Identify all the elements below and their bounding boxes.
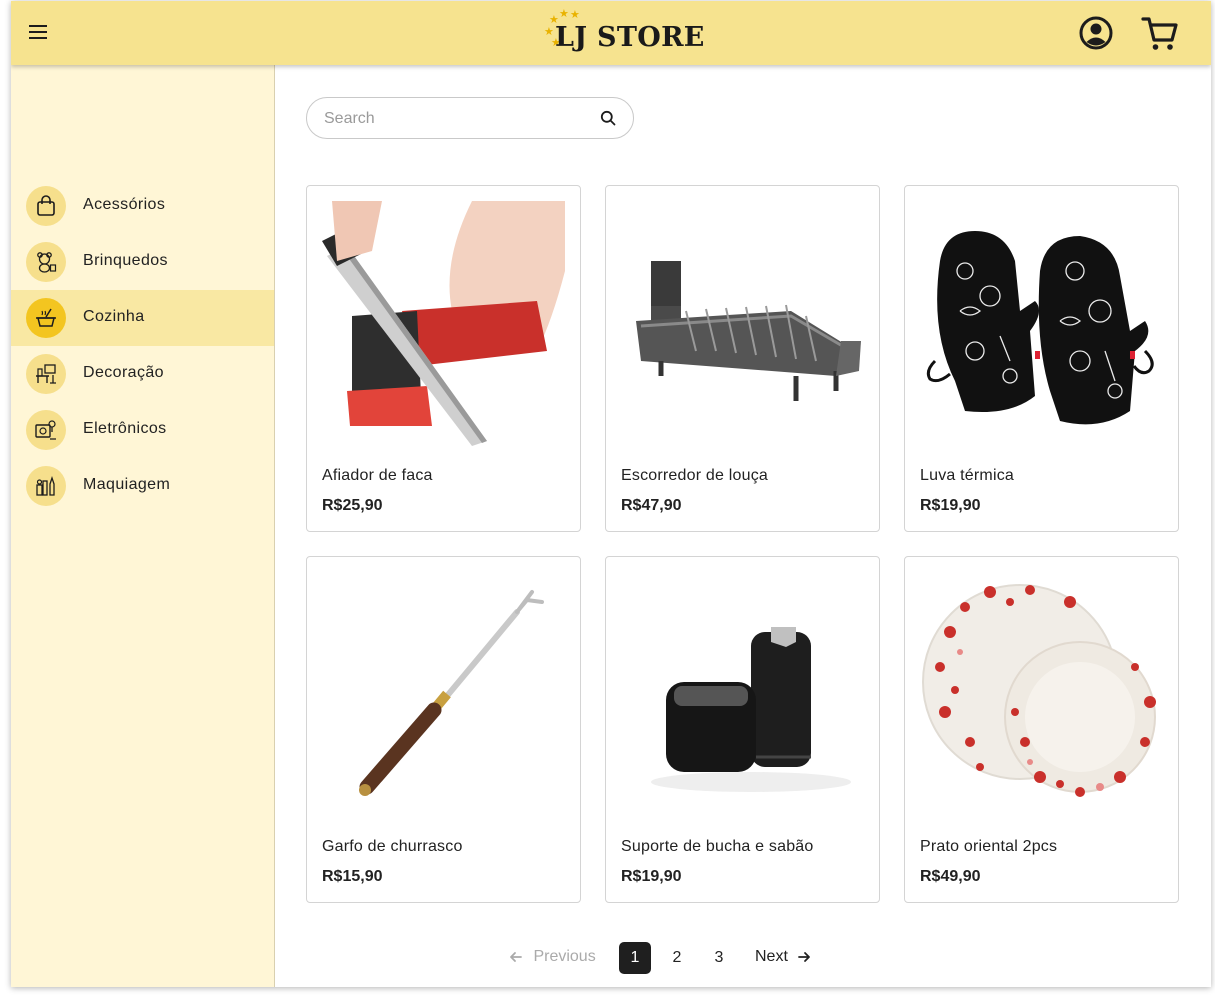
product-card[interactable]: Garfo de churrasco R$15,90 (306, 556, 581, 903)
sidebar-item-brinquedos[interactable]: Brinquedos (11, 234, 274, 290)
teddy-bear-icon (26, 242, 66, 282)
product-name: Afiador de faca (322, 467, 433, 484)
oriental-plates-image (920, 572, 1163, 817)
product-name: Luva térmica (920, 467, 1014, 484)
sidebar-item-label: Decoração (83, 364, 164, 381)
product-card[interactable]: Escorredor de louça R$47,90 (605, 185, 880, 532)
sidebar-item-label: Brinquedos (83, 252, 168, 269)
dish-rack-image (621, 201, 864, 446)
main-content: Afiador de faca R$25,90 (275, 65, 1211, 987)
makeup-icon (26, 466, 66, 506)
electronics-icon (26, 410, 66, 450)
sidebar-item-label: Maquiagem (83, 476, 171, 493)
oven-mitts-image (920, 201, 1163, 446)
account-circle-icon[interactable] (1079, 16, 1113, 50)
product-name: Escorredor de louça (621, 467, 768, 484)
arrow-right-icon (798, 951, 811, 962)
sidebar-item-maquiagem[interactable]: Maquiagem (11, 458, 274, 514)
next-page-button[interactable]: Next (755, 948, 811, 966)
logo-text: LJ STORE (555, 22, 705, 53)
product-price: R$49,90 (920, 868, 981, 885)
bbq-fork-image (322, 572, 565, 817)
logo-star-icon: ★ (570, 9, 580, 21)
product-card[interactable]: Prato oriental 2pcs R$49,90 (904, 556, 1179, 903)
category-sidebar: Acessórios Brinquedos Cozinha Decoração … (11, 65, 275, 987)
store-logo[interactable]: ★ ★ ★ ★ ★ LJ STORE (537, 7, 704, 59)
product-card[interactable]: Afiador de faca R$25,90 (306, 185, 581, 532)
knife-sharpener-image (322, 201, 565, 446)
sidebar-item-acessorios[interactable]: Acessórios (11, 178, 274, 234)
logo-star-icon: ★ (559, 8, 569, 20)
arrow-left-icon (510, 951, 522, 962)
search-icon[interactable] (600, 110, 616, 126)
hamburger-menu-icon[interactable] (27, 21, 49, 43)
next-label: Next (755, 948, 788, 965)
previous-label: Previous (533, 948, 596, 965)
search-input[interactable] (322, 107, 591, 131)
page-1-button[interactable]: 1 (619, 942, 651, 974)
app-frame: ★ ★ ★ ★ ★ LJ STORE Acessórios Brinquedos… (11, 1, 1211, 987)
product-card[interactable]: Suporte de bucha e sabão R$19,90 (605, 556, 880, 903)
cooking-pot-icon (26, 298, 66, 338)
search-bar (306, 97, 634, 139)
furniture-icon (26, 354, 66, 394)
product-price: R$19,90 (621, 868, 682, 885)
product-name: Prato oriental 2pcs (920, 838, 1058, 855)
shopping-cart-icon[interactable] (1141, 16, 1179, 52)
page-2-button[interactable]: 2 (661, 942, 693, 974)
shopping-bag-icon (26, 186, 66, 226)
top-app-bar: ★ ★ ★ ★ ★ LJ STORE (11, 1, 1211, 65)
sidebar-item-decoracao[interactable]: Decoração (11, 346, 274, 402)
sidebar-item-cozinha[interactable]: Cozinha (11, 290, 274, 346)
sidebar-item-label: Cozinha (83, 308, 145, 325)
product-price: R$15,90 (322, 868, 383, 885)
pagination: Previous 1 2 3 Next (275, 942, 1211, 974)
sidebar-item-eletronicos[interactable]: Eletrônicos (11, 402, 274, 458)
page-3-button[interactable]: 3 (703, 942, 735, 974)
sidebar-item-label: Eletrônicos (83, 420, 167, 437)
product-price: R$25,90 (322, 497, 383, 514)
previous-page-button[interactable]: Previous (509, 948, 596, 966)
product-name: Garfo de churrasco (322, 838, 463, 855)
soap-sponge-holder-image (621, 572, 864, 817)
product-price: R$47,90 (621, 497, 682, 514)
sidebar-item-label: Acessórios (83, 196, 166, 213)
product-price: R$19,90 (920, 497, 981, 514)
product-name: Suporte de bucha e sabão (621, 838, 814, 855)
product-card[interactable]: Luva térmica R$19,90 (904, 185, 1179, 532)
